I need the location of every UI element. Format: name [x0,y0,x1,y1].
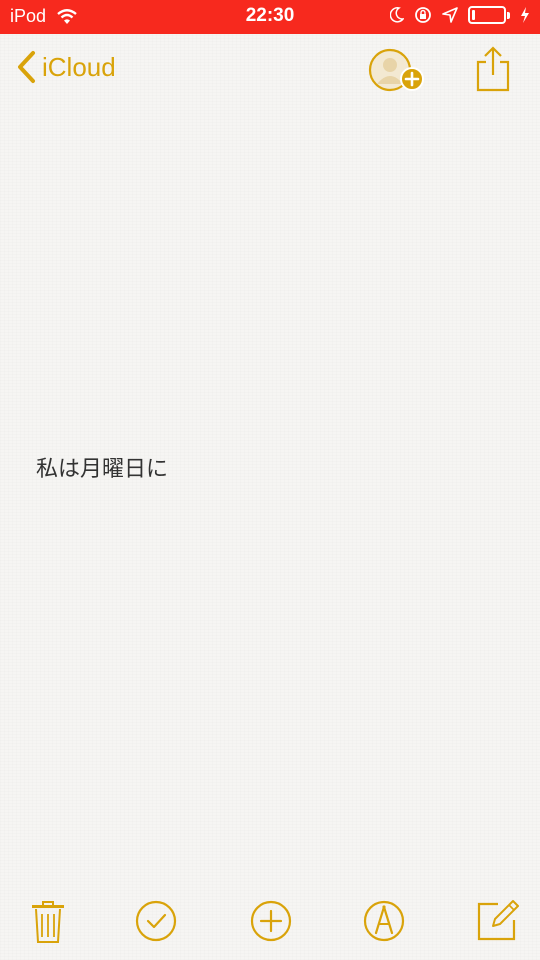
battery-icon [468,6,510,24]
add-person-icon[interactable] [368,48,428,99]
trash-icon[interactable] [30,900,66,949]
compose-icon[interactable] [476,898,520,947]
checklist-icon[interactable] [135,900,177,947]
status-bar: iPod 22:30 [0,0,540,34]
add-icon[interactable] [250,900,292,947]
markup-pen-icon[interactable] [363,900,405,947]
rotation-lock-icon [414,6,432,24]
moon-icon [390,7,404,23]
back-button[interactable]: iCloud [16,50,116,84]
charging-icon [520,7,530,23]
chevron-left-icon [16,50,36,84]
status-right [390,6,530,24]
battery-fill [472,10,475,20]
back-button-label: iCloud [42,51,116,82]
note-canvas[interactable] [0,34,540,960]
location-icon [442,7,458,23]
note-text[interactable]: 私は月曜日に [36,451,168,483]
share-icon[interactable] [475,45,511,98]
